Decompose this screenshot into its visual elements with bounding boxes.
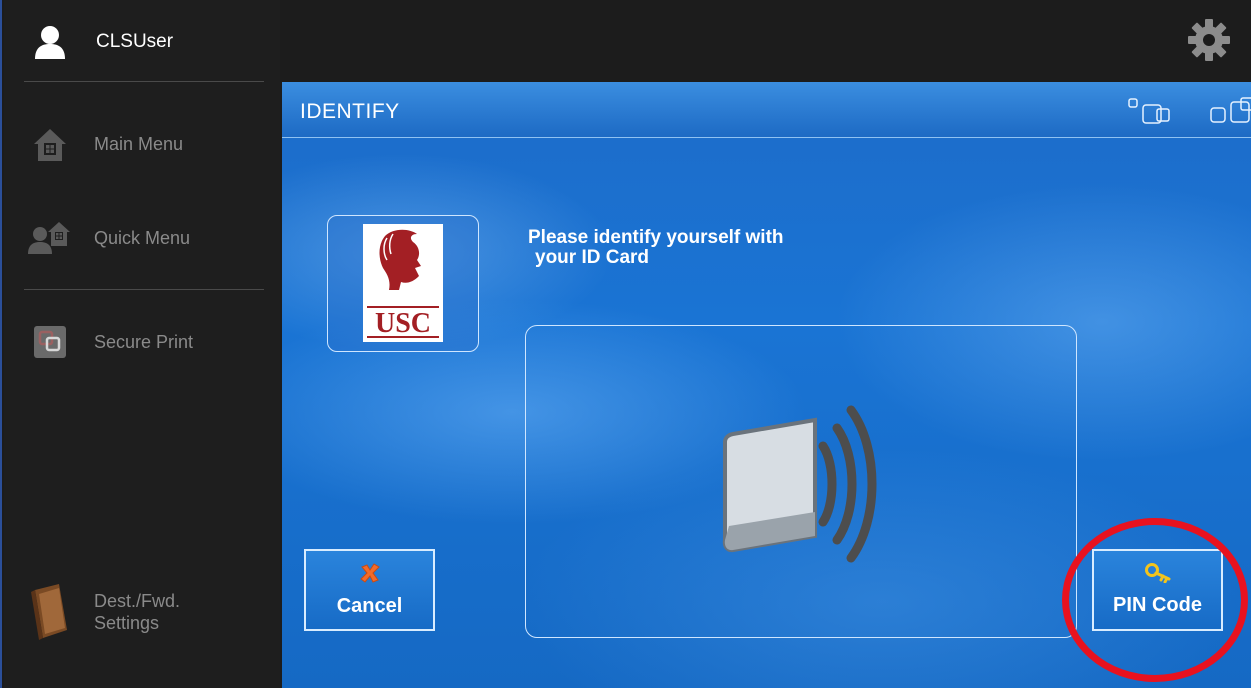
secure-print-icon xyxy=(28,320,72,364)
usc-logo: USC xyxy=(363,224,443,342)
page-title: IDENTIFY xyxy=(300,100,400,123)
card-reader-icon xyxy=(719,386,889,586)
sidebar-item-dest-fwd-settings[interactable]: Dest./Fwd. Settings xyxy=(4,574,280,650)
home-icon xyxy=(28,122,72,166)
sidebar-item-quick-menu[interactable]: Quick Menu xyxy=(4,210,280,266)
dest-fwd-label-line2: Settings xyxy=(94,613,160,633)
sidebar-divider xyxy=(24,81,264,82)
user-name: CLSUser xyxy=(96,31,174,52)
user-icon xyxy=(34,20,66,64)
sidebar-item-label: Secure Print xyxy=(94,331,194,352)
sidebar-item-label: Dest./Fwd. Settings xyxy=(94,590,180,634)
identify-panel: IDENTIFY USC Please identify yourself wi… xyxy=(282,82,1251,688)
sidebar: CLSUser Main Menu Quick Menu Secure Prin… xyxy=(4,0,280,688)
dest-fwd-label-line1: Dest./Fwd. xyxy=(94,591,181,611)
top-bar xyxy=(280,0,1251,80)
svg-text:USC: USC xyxy=(375,308,431,339)
user-account[interactable]: CLSUser xyxy=(4,8,280,76)
sidebar-divider xyxy=(24,289,264,290)
quick-menu-icon xyxy=(28,216,72,260)
sidebar-item-secure-print[interactable]: Secure Print xyxy=(4,314,280,370)
decorative-squares-icon xyxy=(1123,96,1251,126)
pin-code-button[interactable]: PIN Code xyxy=(1092,549,1223,631)
card-reader-area xyxy=(525,325,1077,638)
institution-logo-frame: USC xyxy=(327,215,479,352)
sidebar-item-label: Main Menu xyxy=(94,133,184,154)
cancel-button-label: Cancel xyxy=(336,595,403,617)
cancel-button[interactable]: Cancel xyxy=(304,549,435,631)
panel-header: IDENTIFY xyxy=(282,82,1251,138)
instruction-line-1: Please identify yourself with xyxy=(528,227,784,248)
screen: CLSUser Main Menu Quick Menu Secure Prin… xyxy=(0,0,1251,688)
pin-code-button-label: PIN Code xyxy=(1113,594,1202,616)
address-book-icon xyxy=(28,580,72,644)
instruction-line-2: your ID Card xyxy=(535,247,650,268)
key-icon xyxy=(1144,563,1171,588)
instruction-text: Please identify yourself with your ID Ca… xyxy=(528,228,784,268)
sidebar-item-label: Quick Menu xyxy=(94,227,191,248)
sidebar-item-main-menu[interactable]: Main Menu xyxy=(4,116,280,172)
gear-icon[interactable] xyxy=(1187,18,1231,62)
close-icon xyxy=(359,562,381,589)
